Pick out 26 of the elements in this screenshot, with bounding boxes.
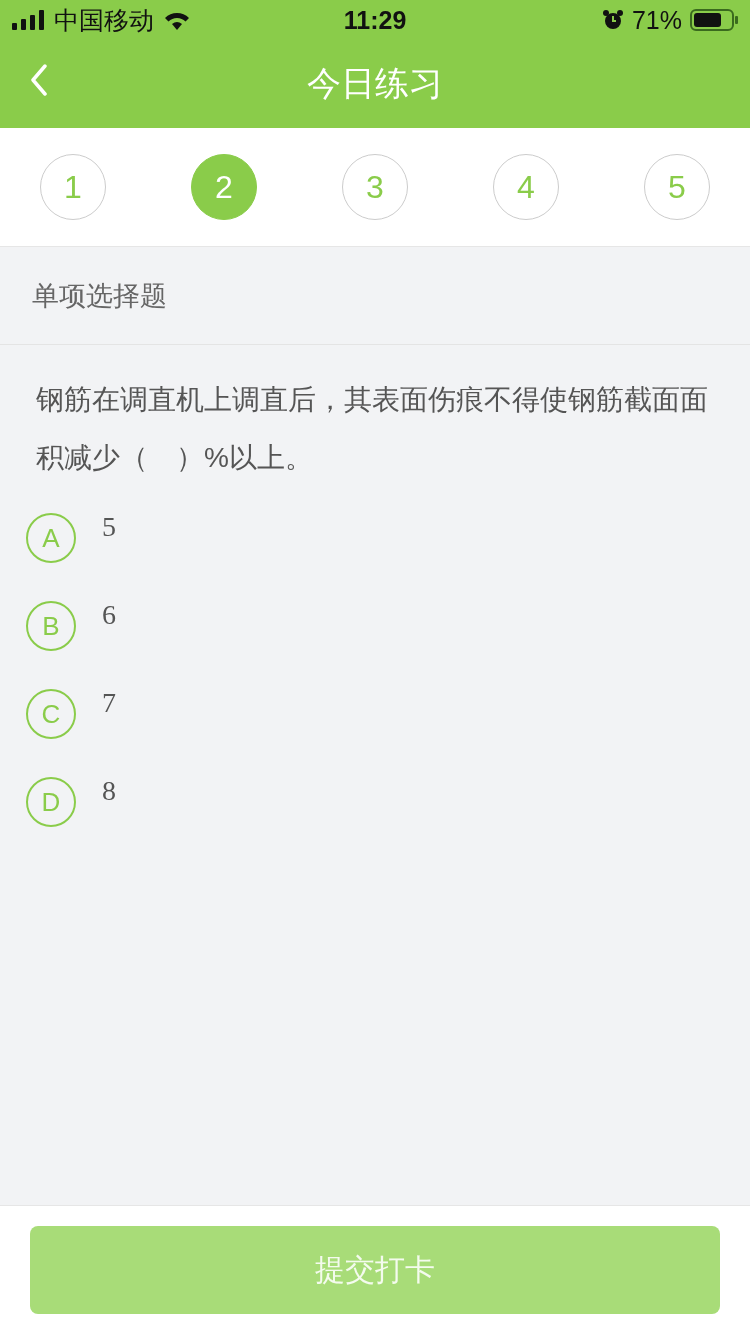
option-text: 8 bbox=[102, 775, 116, 807]
option-text: 5 bbox=[102, 511, 116, 543]
answer-option[interactable]: B 6 bbox=[26, 601, 724, 689]
battery-percent: 71% bbox=[631, 5, 682, 35]
question-type-label: 单项选择题 bbox=[32, 279, 167, 313]
question-number-tab[interactable]: 5 bbox=[644, 154, 710, 220]
question-number-tab[interactable]: 1 bbox=[40, 154, 106, 220]
battery-icon bbox=[690, 9, 738, 31]
option-letter: B bbox=[26, 601, 76, 651]
answer-option[interactable]: D 8 bbox=[26, 777, 724, 865]
signal-icon bbox=[12, 10, 46, 30]
alarm-clock-icon bbox=[601, 9, 624, 31]
option-text: 7 bbox=[102, 687, 116, 719]
option-letter: D bbox=[26, 777, 76, 827]
question-number-tab[interactable]: 3 bbox=[342, 154, 408, 220]
answer-option[interactable]: A 5 bbox=[26, 513, 724, 601]
option-letter: C bbox=[26, 689, 76, 739]
question-text: 钢筋在调直机上调直后，其表面伤痕不得使钢筋截面面积减少（ ）%以上。 bbox=[36, 383, 709, 475]
clock-time: 11:29 bbox=[343, 5, 407, 35]
carrier-name: 中国移动 bbox=[54, 4, 154, 36]
question-number-tab[interactable]: 2 bbox=[191, 154, 257, 220]
question-number-tab[interactable]: 4 bbox=[493, 154, 559, 220]
option-letter: A bbox=[26, 513, 76, 563]
option-text: 6 bbox=[102, 599, 116, 631]
page-title: 今日练习 bbox=[307, 63, 443, 104]
answer-option[interactable]: C 7 bbox=[26, 689, 724, 777]
